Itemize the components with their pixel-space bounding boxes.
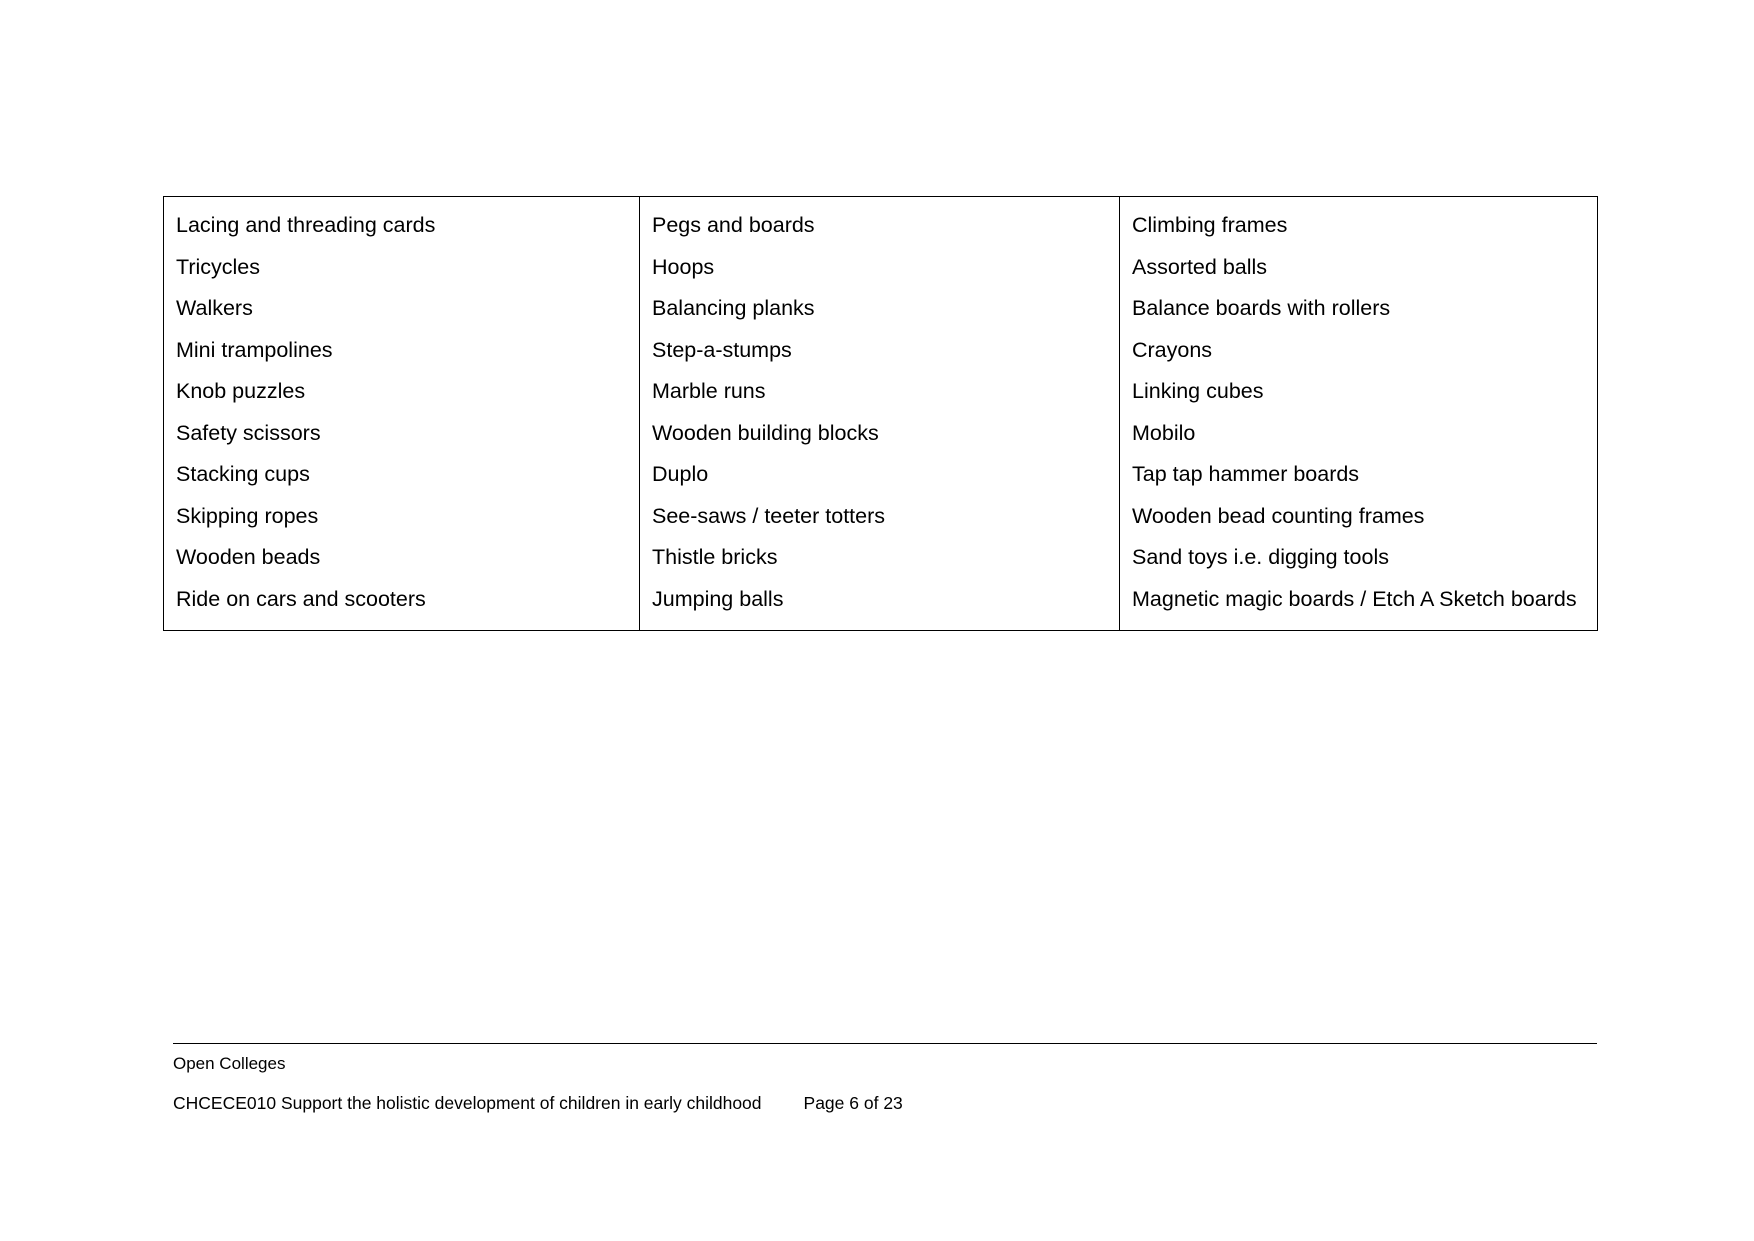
- footer-page-number: Page 6 of 23: [803, 1093, 903, 1113]
- list-item: Lacing and threading cards: [176, 213, 436, 237]
- footer-unit-title: CHCECE010 Support the holistic developme…: [173, 1093, 762, 1113]
- list-item: Wooden bead counting frames: [1132, 503, 1425, 528]
- list-item: Balance boards with rollers: [1132, 296, 1391, 320]
- list-item: Knob puzzles: [176, 379, 306, 403]
- footer-organisation: Open Colleges: [173, 1054, 286, 1073]
- list-item: Linking cubes: [1132, 379, 1264, 403]
- list-item: Tricycles: [176, 254, 261, 279]
- list-item: Wooden building blocks: [652, 420, 879, 445]
- resource-table-container: Lacing and threading cards Tricycles Wal…: [163, 196, 1598, 631]
- list-item: Climbing frames: [1132, 213, 1288, 237]
- table-cell-column-1: Lacing and threading cards Tricycles Wal…: [163, 196, 640, 631]
- list-item: Thistle bricks: [652, 545, 778, 569]
- list-item: Crayons: [1132, 337, 1213, 362]
- table-cell-column-2: Pegs and boards Hoops Balancing planks S…: [639, 196, 1120, 631]
- list-item: Walkers: [176, 296, 253, 320]
- list-item: Magnetic magic boards / Etch A Sketch bo…: [1132, 586, 1577, 611]
- list-item: Pegs and boards: [652, 213, 815, 237]
- list-item: Mini trampolines: [176, 337, 333, 362]
- list-item: Sand toys i.e. digging tools: [1132, 545, 1389, 569]
- footer-details: CHCECE010 Support the holistic developme…: [173, 1091, 1597, 1115]
- list-item: See-saws / teeter totters: [652, 503, 886, 528]
- list-item: Mobilo: [1132, 420, 1196, 445]
- resource-table: Lacing and threading cards Tricycles Wal…: [163, 196, 1598, 631]
- resource-list-column-2: Pegs and boards Hoops Balancing planks S…: [652, 197, 1111, 630]
- page-footer: Open Colleges CHCECE010 Support the holi…: [173, 1043, 1597, 1115]
- document-page: Lacing and threading cards Tricycles Wal…: [0, 0, 1754, 1241]
- table-row: Lacing and threading cards Tricycles Wal…: [163, 196, 1598, 631]
- footer-divider: [173, 1043, 1597, 1044]
- list-item: Step-a-stumps: [652, 337, 792, 362]
- table-cell-column-3: Climbing frames Assorted balls Balance b…: [1119, 196, 1598, 631]
- resource-list-column-1: Lacing and threading cards Tricycles Wal…: [176, 197, 631, 630]
- list-item: Safety scissors: [176, 420, 321, 445]
- list-item: Marble runs: [652, 379, 766, 403]
- list-item: Tap tap hammer boards: [1132, 462, 1360, 486]
- list-item: Duplo: [652, 462, 709, 486]
- list-item: Hoops: [652, 254, 715, 279]
- resource-list-column-3: Climbing frames Assorted balls Balance b…: [1132, 197, 1589, 630]
- list-item: Assorted balls: [1132, 254, 1268, 279]
- list-item: Skipping ropes: [176, 503, 319, 528]
- list-item: Jumping balls: [652, 586, 784, 611]
- list-item: Stacking cups: [176, 462, 310, 486]
- list-item: Wooden beads: [176, 545, 321, 569]
- list-item: Balancing planks: [652, 296, 815, 320]
- list-item: Ride on cars and scooters: [176, 586, 426, 611]
